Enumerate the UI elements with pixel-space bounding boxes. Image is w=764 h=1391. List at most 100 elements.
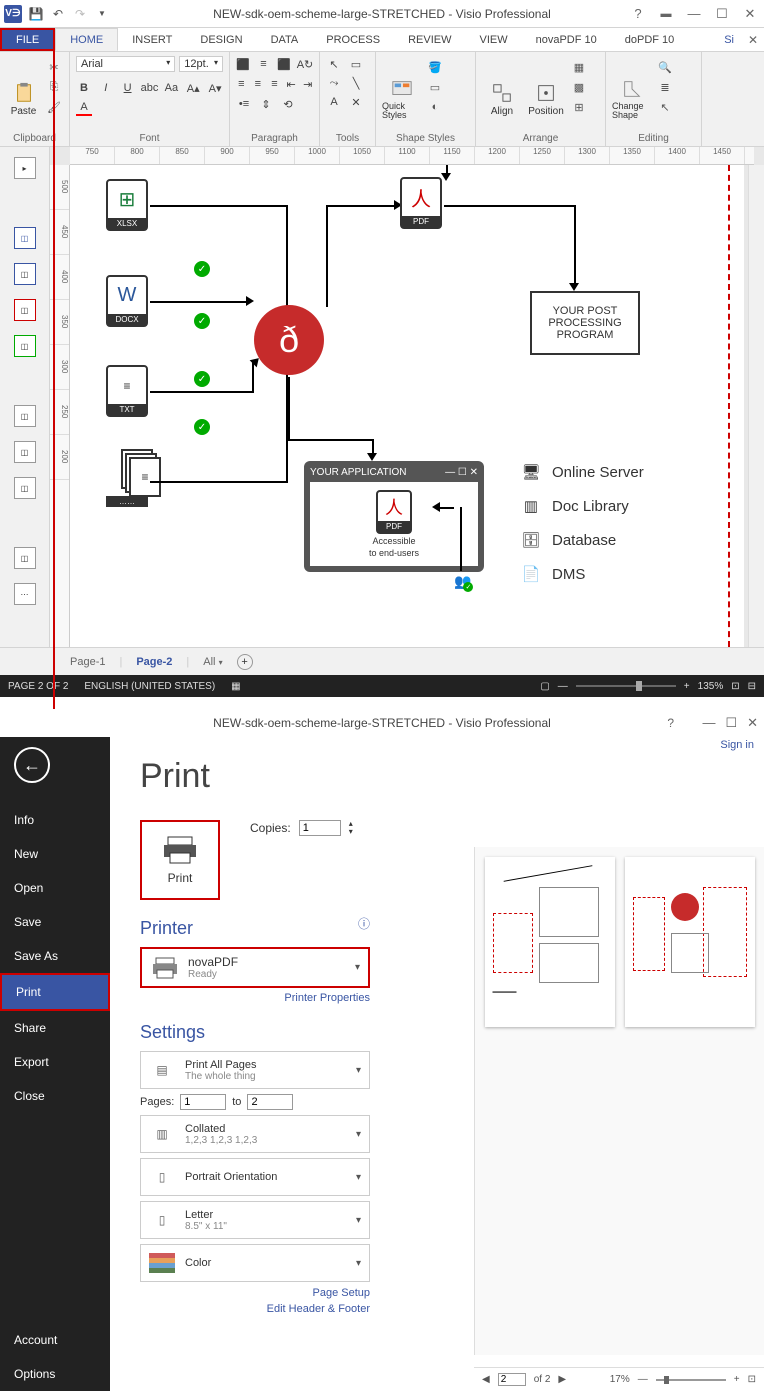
stencil-icon[interactable]: ◫ [14,263,36,285]
minimize-icon[interactable]: — [684,6,704,21]
stencil-icon[interactable]: ◫ [14,335,36,357]
undo-icon[interactable]: ↶ [50,6,66,22]
connector-tool-icon[interactable]: ⤳ [326,75,342,91]
paste-button[interactable]: Paste [6,56,41,142]
align-mid-icon[interactable]: ≡ [256,56,270,72]
font-size-select[interactable]: 12pt.▾ [179,56,223,72]
stencil-icon[interactable]: ◫ [14,547,36,569]
grow-font-icon[interactable]: A▴ [185,80,201,96]
font-color-icon[interactable]: A [76,100,92,116]
tab-insert[interactable]: INSERT [118,28,186,51]
orientation-icon[interactable]: A↻ [297,56,313,72]
prev-page-icon[interactable]: ◀ [482,1374,490,1385]
close-icon[interactable]: ✕ [747,715,758,731]
page-tab-1[interactable]: Page-1 [70,656,105,668]
page-setup-link[interactable]: Page Setup [140,1287,370,1299]
fit-page-icon[interactable]: ⊡ [731,681,739,692]
help-icon[interactable]: ? [667,716,674,730]
menu-info[interactable]: Info [0,803,110,837]
tab-novapdf[interactable]: novaPDF 10 [522,28,611,51]
stencil-icon[interactable]: ◫ [14,227,36,249]
tab-home[interactable]: HOME [55,28,118,51]
red-hub-icon[interactable]: ð [254,305,324,375]
menu-account[interactable]: Account [0,1323,110,1357]
tab-file[interactable]: FILE [0,28,55,51]
zoom-out-icon[interactable]: — [638,1374,648,1385]
page-tab-all[interactable]: All ▾ [203,656,222,668]
align-button[interactable]: Align [482,56,522,142]
menu-save[interactable]: Save [0,905,110,939]
menu-new[interactable]: New [0,837,110,871]
preview-zoom[interactable]: 17% [610,1374,630,1385]
position-button[interactable]: Position [526,56,566,142]
stencil-icon[interactable]: ◫ [14,477,36,499]
spacing-icon[interactable]: ⇕ [258,96,274,112]
collation-select[interactable]: ▥ Collated1,2,3 1,2,3 1,2,3 ▾ [140,1115,370,1153]
tab-view[interactable]: VIEW [465,28,521,51]
next-page-icon[interactable]: ▶ [558,1374,566,1385]
align-top-icon[interactable]: ⬛ [236,56,250,72]
indent-inc-icon[interactable]: ⇥ [302,76,313,92]
zoom-slider[interactable] [576,685,676,687]
font-name-select[interactable]: Arial▾ [76,56,175,72]
page-tab-2[interactable]: Page-2 [136,656,172,668]
print-button[interactable]: Print [140,820,220,900]
file-stack-icon[interactable]: ≡…… [106,455,148,507]
bring-front-icon[interactable]: ▦ [570,58,588,76]
preview-page-input[interactable] [498,1373,526,1386]
redo-icon[interactable]: ↷ [72,6,88,22]
preview-page-1[interactable]: ▬▬▬▬ [485,857,615,1027]
align-bot-icon[interactable]: ⬛ [277,56,291,72]
edit-header-footer-link[interactable]: Edit Header & Footer [140,1303,370,1315]
text-tool-icon[interactable]: A [326,94,342,110]
zoom-out-icon[interactable]: — [558,681,568,692]
preview-page-2[interactable] [625,857,755,1027]
menu-export[interactable]: Export [0,1045,110,1079]
pages-from-input[interactable] [180,1094,226,1110]
zoom-level[interactable]: 135% [698,681,724,692]
save-icon[interactable]: 💾 [28,6,44,22]
underline-button[interactable]: U [120,80,136,96]
signin-link[interactable]: Si [724,28,734,51]
case-button[interactable]: Aa [163,80,179,96]
quick-styles-button[interactable]: Quick Styles [382,56,422,142]
help-icon[interactable]: ? [628,6,648,21]
language-status[interactable]: ENGLISH (UNITED STATES) [84,681,215,692]
file-docx-icon[interactable]: WDOCX [106,275,148,327]
shrink-font-icon[interactable]: A▾ [207,80,223,96]
rotate-icon[interactable]: ⟲ [280,96,296,112]
stencil-toggle-icon[interactable]: ▸ [14,157,36,179]
copies-input[interactable] [299,820,341,836]
strike-button[interactable]: abc [141,80,157,96]
effects-icon[interactable]: ◐ [426,98,444,116]
file-txt-icon[interactable]: ≡TXT [106,365,148,417]
find-icon[interactable]: 🔍 [656,58,674,76]
italic-button[interactable]: I [98,80,114,96]
tab-data[interactable]: DATA [257,28,313,51]
tab-dopdf[interactable]: doPDF 10 [611,28,689,51]
maximize-icon[interactable]: ☐ [725,715,737,731]
printer-select[interactable]: novaPDF Ready ▾ [140,947,370,988]
align-left-icon[interactable]: ≡ [236,76,247,92]
printer-properties-link[interactable]: Printer Properties [140,992,370,1004]
color-select[interactable]: Color ▾ [140,1244,370,1282]
vertical-scrollbar[interactable] [748,165,764,647]
ribbon-toggle-icon[interactable]: ▬ [656,8,676,20]
qat-dropdown-icon[interactable]: ▼ [94,6,110,22]
fit-width-icon[interactable]: ⊟ [748,681,756,692]
close-icon[interactable]: ✕ [740,6,760,22]
menu-share[interactable]: Share [0,1011,110,1045]
back-icon[interactable]: ← [14,747,50,783]
send-back-icon[interactable]: ▩ [570,78,588,96]
indent-dec-icon[interactable]: ⇤ [286,76,297,92]
menu-print[interactable]: Print [0,973,110,1011]
pointer-tool-icon[interactable]: ↖ [326,56,342,72]
add-page-icon[interactable]: + [237,654,253,670]
paper-size-select[interactable]: ▯ Letter8.5" x 11" ▾ [140,1201,370,1239]
drawing-canvas[interactable]: ⊞XLSX WDOCX ≡TXT ≡…… ✓ ✓ ✓ ✓ ð 人PDF YOUR… [70,165,744,647]
line-icon[interactable]: ▭ [426,78,444,96]
tab-review[interactable]: REVIEW [394,28,465,51]
change-shape-button[interactable]: Change Shape [612,56,652,142]
stencil-icon[interactable]: ◫ [14,441,36,463]
menu-open[interactable]: Open [0,871,110,905]
